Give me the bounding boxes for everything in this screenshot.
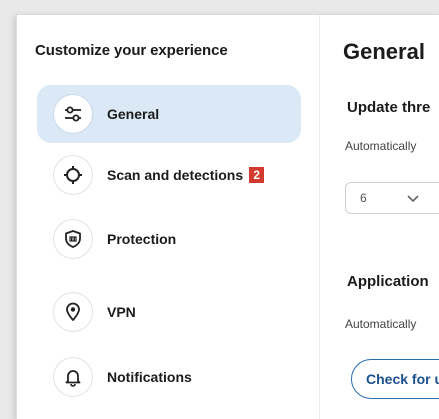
update-section-description: Automatically [345, 139, 417, 153]
application-section-title: Application [347, 273, 429, 290]
bell-icon [53, 357, 93, 397]
sidebar-item-label: Protection [107, 231, 177, 247]
sidebar-item-label: Scan and detections 2 [107, 167, 265, 183]
sidebar-item-label: General [107, 106, 160, 122]
settings-window: Customize your experience General Scan a… [16, 14, 439, 419]
sidebar-title: Customize your experience [35, 42, 228, 59]
shield-icon [53, 219, 93, 259]
sidebar-item-vpn[interactable]: VPN [37, 283, 301, 341]
sidebar-divider [319, 15, 320, 419]
page-title: General [343, 39, 425, 64]
crosshair-icon [53, 155, 93, 195]
update-frequency-select[interactable]: 6 [345, 182, 439, 214]
sidebar-item-label: VPN [107, 304, 136, 320]
sidebar: Customize your experience General Scan a… [17, 15, 319, 419]
chevron-down-icon [406, 191, 420, 208]
select-value: 6 [360, 191, 367, 205]
sidebar-item-protection[interactable]: Protection [37, 210, 301, 268]
sidebar-item-scan-and-detections[interactable]: Scan and detections 2 [37, 146, 301, 204]
sidebar-item-label: Notifications [107, 369, 192, 385]
sliders-icon [53, 94, 93, 134]
sidebar-item-general[interactable]: General [37, 85, 301, 143]
main-content: General Update thre Automatically 6 Appl… [335, 15, 439, 419]
update-section-title: Update thre [347, 99, 431, 116]
notification-badge: 2 [249, 167, 265, 183]
sidebar-item-label-text: Scan and detections [107, 167, 244, 183]
application-section-description: Automatically [345, 317, 417, 331]
check-for-updates-button[interactable]: Check for u [351, 359, 439, 399]
location-pin-icon [53, 292, 93, 332]
sidebar-item-notifications[interactable]: Notifications [37, 348, 301, 406]
